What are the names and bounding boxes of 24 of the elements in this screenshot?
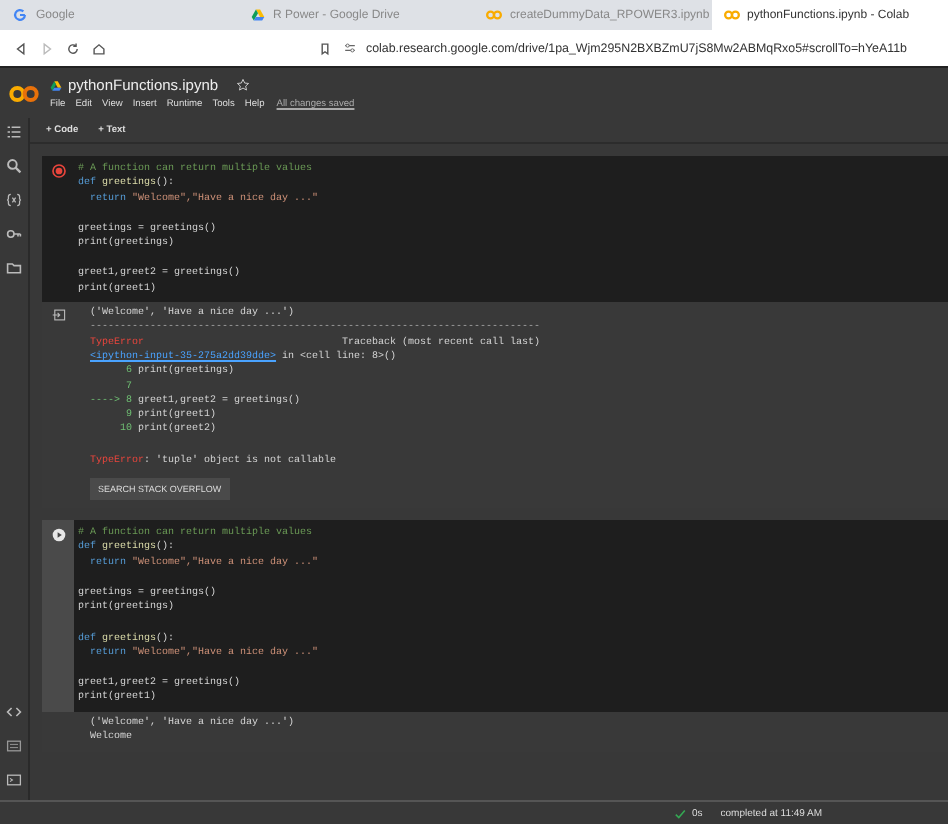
back-icon[interactable]: [14, 41, 28, 55]
command-palette-icon[interactable]: [6, 738, 22, 754]
colab-icon: [486, 8, 502, 22]
variables-icon[interactable]: [6, 192, 22, 208]
key-icon[interactable]: [6, 226, 22, 242]
drive-icon: [249, 8, 265, 22]
check-icon: [674, 807, 686, 819]
colab-icon: [723, 8, 739, 22]
bookmark-icon[interactable]: [318, 41, 332, 55]
site-settings-icon: [344, 42, 356, 54]
google-g-icon: [12, 8, 28, 22]
folder-icon[interactable]: [6, 260, 22, 276]
home-icon[interactable]: [92, 41, 106, 55]
table-of-contents-icon[interactable]: [6, 124, 22, 140]
run-icon[interactable]: [51, 528, 65, 543]
search-icon[interactable]: [6, 158, 22, 174]
colab-logo-icon[interactable]: [8, 83, 40, 103]
star-icon[interactable]: [236, 78, 251, 92]
drive-icon: [50, 79, 62, 91]
terminal-icon[interactable]: [6, 772, 22, 788]
error-run-icon[interactable]: [51, 164, 65, 178]
reload-icon[interactable]: [66, 41, 80, 55]
code-snippets-icon[interactable]: [6, 704, 22, 720]
clear-output-icon[interactable]: [51, 308, 65, 323]
